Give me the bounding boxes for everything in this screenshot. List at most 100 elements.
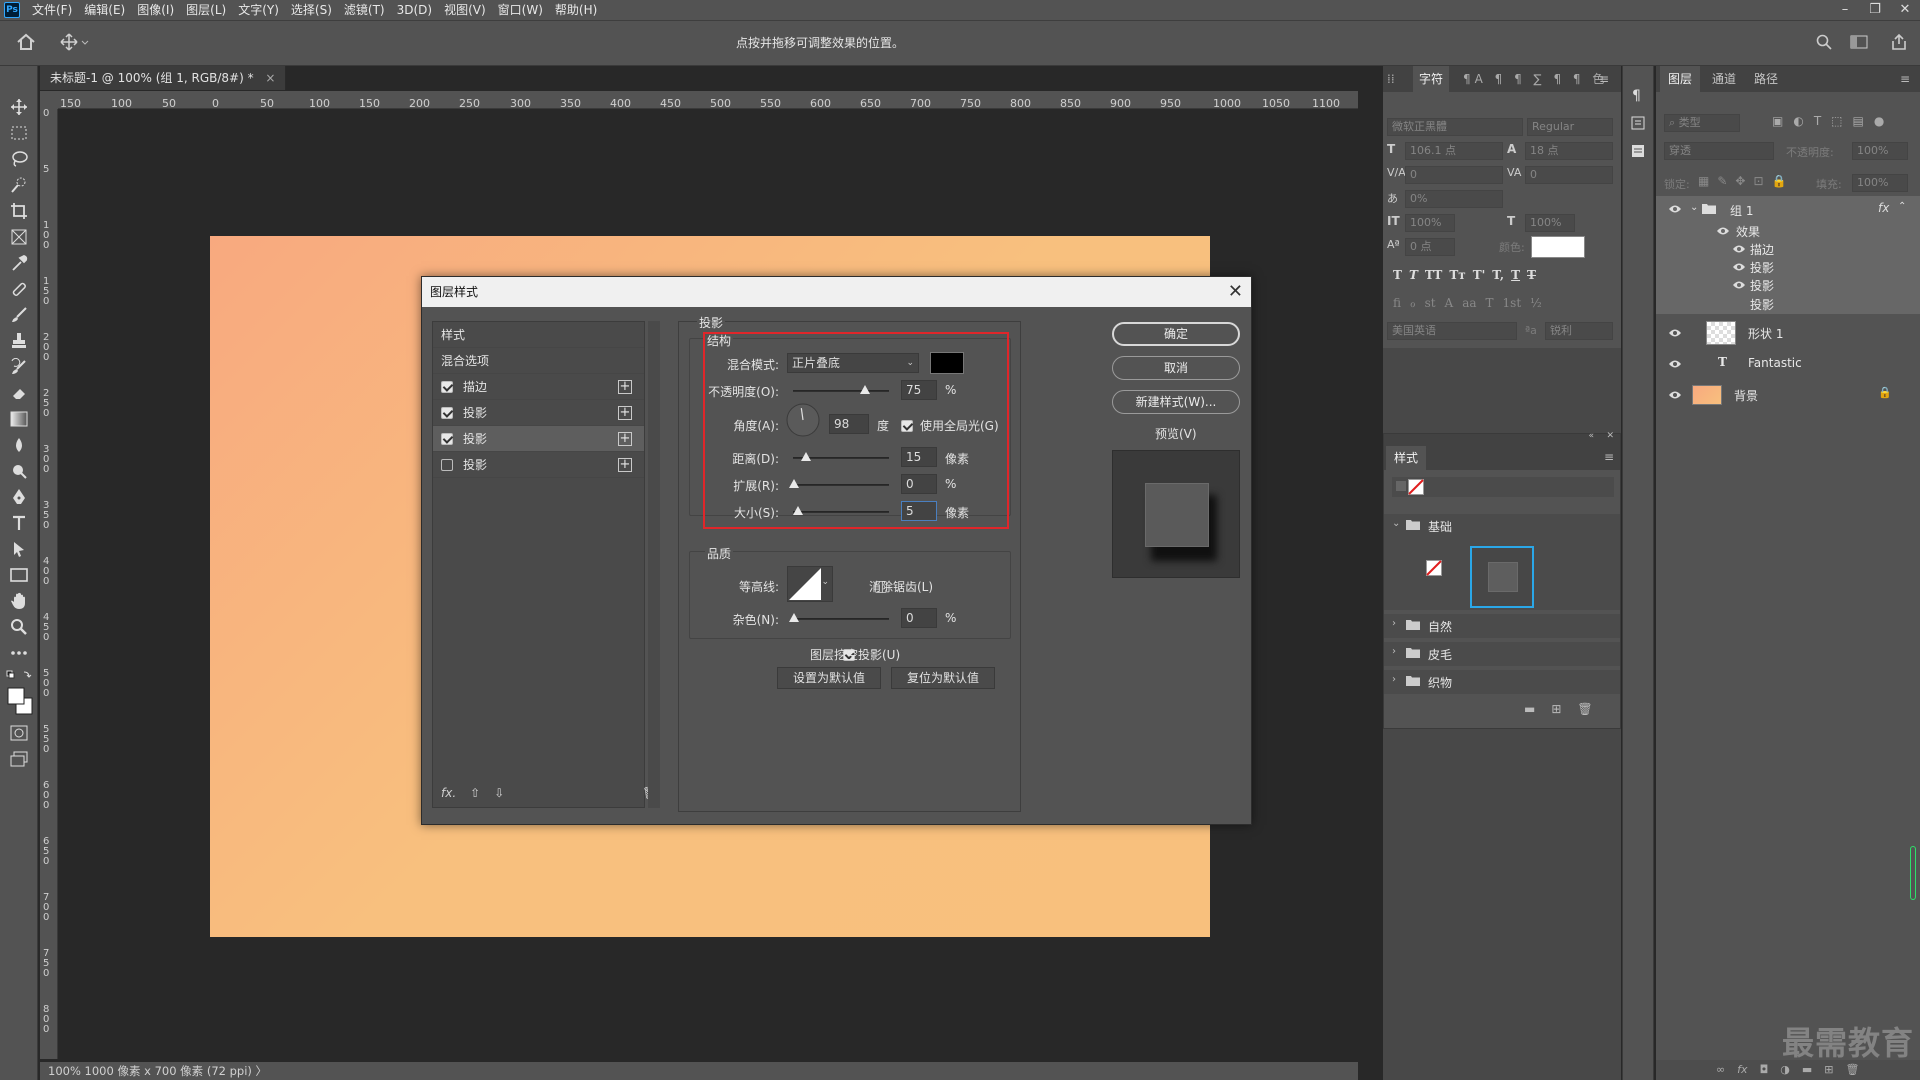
filter-shape-icon[interactable]: ⬚ bbox=[1831, 114, 1842, 128]
drop-shadow-checkbox[interactable] bbox=[441, 459, 453, 471]
share-icon[interactable] bbox=[1890, 33, 1908, 51]
fx-icon[interactable]: fx bbox=[1737, 1060, 1747, 1080]
fx-icon[interactable]: fx. bbox=[441, 786, 456, 800]
blur-tool-icon[interactable] bbox=[6, 434, 32, 456]
chevron-right-icon[interactable]: › bbox=[1392, 674, 1396, 685]
delete-icon[interactable]: 🗑 bbox=[1577, 702, 1592, 716]
contour-picker[interactable]: ⌄ bbox=[787, 566, 833, 602]
old-style-button[interactable]: ℴ bbox=[1410, 296, 1416, 310]
menu-type[interactable]: 文字(Y) bbox=[232, 0, 285, 20]
layer-row-shape[interactable]: 形状 1 bbox=[1656, 318, 1920, 348]
paragraph-icon[interactable]: ¶ bbox=[1632, 88, 1641, 104]
tsume-input[interactable]: 0% bbox=[1405, 190, 1503, 208]
visibility-eye-icon[interactable] bbox=[1716, 226, 1730, 236]
style-group-nature[interactable]: › 自然 bbox=[1384, 614, 1620, 638]
style-item-drop-shadow[interactable]: 投影 + bbox=[433, 400, 644, 426]
visibility-eye-icon[interactable] bbox=[1732, 280, 1746, 290]
tab-styles[interactable]: 样式 bbox=[1386, 446, 1427, 470]
panel-tabs-more-icon[interactable]: ¶A ¶ ¶ ∑ ¶ ¶ 色 bbox=[1463, 66, 1608, 92]
chevron-down-icon[interactable]: ⌄ bbox=[1690, 202, 1698, 213]
effect-row-drop-shadow-hidden[interactable]: 投影 bbox=[1656, 294, 1920, 314]
effect-row-drop-shadow[interactable]: 投影 bbox=[1656, 276, 1920, 294]
reset-default-button[interactable]: 复位为默认值 bbox=[891, 667, 995, 689]
filter-pixel-icon[interactable]: ▣ bbox=[1772, 114, 1783, 128]
horizontal-scale-input[interactable]: 100% bbox=[1525, 214, 1575, 232]
filter-smart-object-icon[interactable]: ▤ bbox=[1853, 114, 1864, 128]
screen-mode-icon[interactable] bbox=[6, 748, 32, 770]
filter-type-icon[interactable]: T bbox=[1814, 114, 1821, 128]
move-tool-icon[interactable] bbox=[6, 96, 32, 118]
visibility-eye-icon[interactable] bbox=[1668, 390, 1682, 400]
style-group-fur[interactable]: › 皮毛 bbox=[1384, 642, 1620, 666]
chevron-down-icon[interactable]: ⌄ bbox=[1392, 518, 1400, 529]
slider-thumb[interactable] bbox=[789, 613, 799, 622]
new-group-icon[interactable]: ▬ bbox=[1524, 702, 1535, 716]
leading-input[interactable]: 18 点 bbox=[1525, 142, 1613, 160]
tab-paths[interactable]: 路径 bbox=[1748, 66, 1784, 92]
home-icon[interactable] bbox=[16, 33, 36, 51]
dodge-tool-icon[interactable] bbox=[6, 460, 32, 482]
add-style-icon[interactable]: + bbox=[618, 406, 632, 420]
chevron-right-icon[interactable]: › bbox=[1392, 646, 1396, 657]
filter-toggle-icon[interactable]: ● bbox=[1874, 114, 1884, 128]
baseline-shift-input[interactable]: 0 点 bbox=[1405, 238, 1455, 256]
ordinals-button[interactable]: 1st bbox=[1503, 296, 1522, 310]
fractions-button[interactable]: ½ bbox=[1530, 296, 1542, 310]
layer-row-text[interactable]: T Fantastic bbox=[1656, 350, 1920, 378]
faux-bold-button[interactable]: T bbox=[1393, 268, 1402, 282]
effect-row-drop-shadow[interactable]: 投影 bbox=[1656, 258, 1920, 276]
layer-filter-select[interactable]: ⌕ 类型 bbox=[1664, 114, 1740, 132]
new-style-button[interactable]: 新建样式(W)... bbox=[1112, 390, 1240, 414]
visibility-eye-icon[interactable] bbox=[1668, 328, 1682, 338]
styles-scrollbar[interactable] bbox=[648, 321, 660, 808]
brush-tool-icon[interactable] bbox=[6, 304, 32, 326]
no-style-icon[interactable] bbox=[1426, 560, 1442, 576]
small-caps-button[interactable]: Tт bbox=[1449, 268, 1465, 282]
language-select[interactable]: 美国英语 bbox=[1387, 322, 1517, 340]
style-item-drop-shadow-selected[interactable]: 投影 + bbox=[433, 426, 644, 452]
menu-window[interactable]: 窗口(W) bbox=[492, 0, 549, 20]
tab-character[interactable]: 字符 bbox=[1413, 66, 1450, 92]
healing-brush-tool-icon[interactable] bbox=[6, 278, 32, 300]
crop-tool-icon[interactable] bbox=[6, 200, 32, 222]
layer-opacity-input[interactable]: 100% bbox=[1852, 142, 1908, 160]
eraser-tool-icon[interactable] bbox=[6, 382, 32, 404]
underline-button[interactable]: T bbox=[1511, 268, 1520, 282]
make-default-button[interactable]: 设置为默认值 bbox=[777, 667, 881, 689]
panel-grip-icon[interactable]: ⁞⁞ bbox=[1387, 66, 1395, 92]
quick-selection-tool-icon[interactable] bbox=[6, 174, 32, 196]
history-brush-tool-icon[interactable] bbox=[6, 356, 32, 378]
stamp-tool-icon[interactable] bbox=[6, 330, 32, 352]
effects-header[interactable]: 效果 bbox=[1656, 222, 1920, 240]
default-colors-icon[interactable] bbox=[6, 670, 32, 680]
menu-image[interactable]: 图像(I) bbox=[131, 0, 180, 20]
tab-channels[interactable]: 通道 bbox=[1706, 66, 1742, 92]
quick-mask-icon[interactable] bbox=[6, 722, 32, 744]
visibility-eye-icon[interactable] bbox=[1732, 244, 1746, 254]
style-preset-selected[interactable] bbox=[1470, 546, 1534, 608]
link-layers-icon[interactable]: ∞ bbox=[1716, 1060, 1725, 1080]
lock-icon[interactable]: 🔒 bbox=[1878, 386, 1892, 399]
tracking-input[interactable]: 0 bbox=[1525, 166, 1613, 184]
effect-row-stroke[interactable]: 描边 bbox=[1656, 240, 1920, 258]
subscript-button[interactable]: T, bbox=[1492, 268, 1504, 282]
panel-menu-icon[interactable]: ≡ bbox=[1900, 66, 1910, 92]
collapse-icon[interactable]: « bbox=[1588, 431, 1594, 441]
menu-layer[interactable]: 图层(L) bbox=[180, 0, 232, 20]
pen-tool-icon[interactable] bbox=[6, 486, 32, 508]
workspace-icon[interactable] bbox=[1850, 34, 1868, 50]
scroll-indicator[interactable] bbox=[1910, 846, 1916, 900]
strikethrough-button[interactable]: T bbox=[1527, 268, 1536, 282]
chevron-right-icon[interactable]: › bbox=[1392, 618, 1396, 629]
marquee-tool-icon[interactable] bbox=[6, 122, 32, 144]
more-tools-icon[interactable] bbox=[6, 642, 32, 664]
stroke-checkbox[interactable] bbox=[441, 381, 453, 393]
panel-menu-icon[interactable]: ≡ bbox=[1599, 66, 1609, 92]
style-item-drop-shadow[interactable]: 投影 + bbox=[433, 452, 644, 478]
move-tool-icon[interactable] bbox=[60, 33, 90, 51]
faux-italic-button[interactable]: T bbox=[1409, 268, 1418, 282]
document-tab[interactable]: 未标题-1 @ 100% (组 1, RGB/8#) * × bbox=[40, 66, 287, 90]
libraries-icon[interactable] bbox=[1631, 116, 1645, 130]
eyedropper-tool-icon[interactable] bbox=[6, 252, 32, 274]
kerning-input[interactable]: 0 bbox=[1405, 166, 1503, 184]
